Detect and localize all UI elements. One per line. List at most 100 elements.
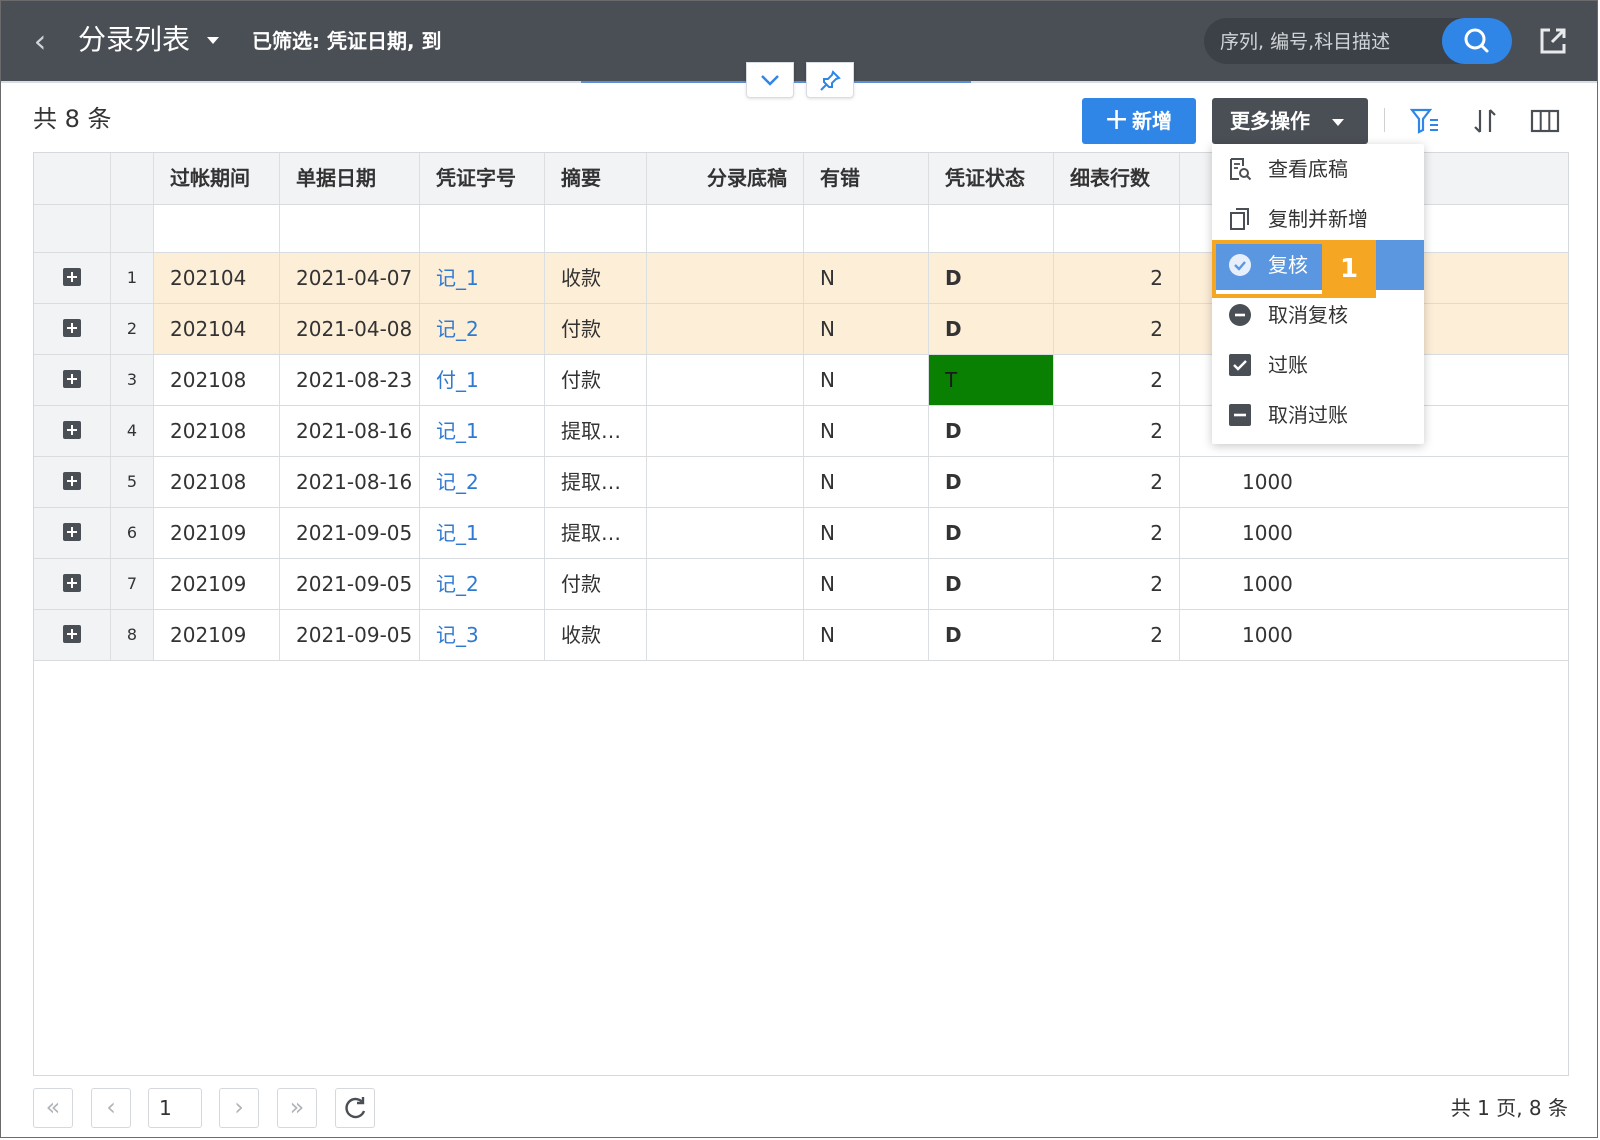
cell-amount: 1000 [1242,572,1293,596]
columns-button[interactable] [1528,104,1562,138]
filter-gutter-num [111,205,154,252]
cell-lines: 2 [1054,610,1180,660]
column-header-draft[interactable]: 分录底稿 [647,153,804,204]
expand-plus-icon[interactable] [63,625,81,643]
prev-page-button[interactable]: ‹ [91,1088,131,1128]
copy-icon [1230,208,1249,230]
row-number: 4 [111,406,154,456]
refresh-button[interactable] [335,1088,375,1128]
filter-cell-date[interactable] [280,205,420,252]
expand-plus-icon[interactable] [63,574,81,592]
column-header-voucher[interactable]: 凭证字号 [420,153,545,204]
pin-header-toggle[interactable] [806,62,854,98]
cell-lines: 2 [1054,508,1180,558]
table-row[interactable]: 8 202109 2021-09-05 记_3 收款 N D 2 1000 [34,610,1568,661]
cell-date: 2021-04-07 [280,253,420,303]
filter-cell-lines[interactable] [1054,205,1180,252]
expand-cell [34,406,111,456]
cell-date: 2021-08-16 [280,457,420,507]
toolbar-divider [1384,108,1385,132]
first-page-button[interactable]: « [33,1088,73,1128]
menu-item-cancel-review[interactable]: 取消复核 [1212,290,1424,340]
cell-period: 202104 [154,253,280,303]
column-header-period[interactable]: 过帐期间 [154,153,280,204]
cell-voucher-link[interactable]: 记_2 [420,304,545,354]
expand-plus-icon[interactable] [63,370,81,388]
cell-amount: 1000 [1242,470,1293,494]
filter-cell-draft[interactable] [647,205,804,252]
rownum-column-header [111,153,154,204]
cell-voucher-link[interactable]: 记_1 [420,253,545,303]
filter-cell-period[interactable] [154,205,280,252]
open-external-button[interactable] [1536,24,1570,58]
cell-voucher-link[interactable]: 记_1 [420,508,545,558]
column-header-status[interactable]: 凭证状态 [929,153,1054,204]
cell-voucher-link[interactable]: 付_1 [420,355,545,405]
cell-period: 202108 [154,406,280,456]
cell-status: D [929,457,1054,507]
search-input[interactable] [1218,18,1444,66]
menu-item-post[interactable]: 过账 [1212,340,1424,390]
table-row[interactable]: 6 202109 2021-09-05 记_1 提取… N D 2 1000 [34,508,1568,559]
filter-button[interactable] [1408,104,1442,138]
menu-item-label: 复制并新增 [1268,207,1368,231]
cell-summary: 提取… [545,457,647,507]
table-row[interactable]: 5 202108 2021-08-16 记_2 提取… N D 2 1000 [34,457,1568,508]
cell-period: 202109 [154,610,280,660]
menu-item-cancel-post[interactable]: 取消过账 [1212,390,1424,440]
cell-voucher-link[interactable]: 记_2 [420,457,545,507]
cell-summary: 收款 [545,610,647,660]
filter-cell-voucher[interactable] [420,205,545,252]
title-dropdown-caret-icon[interactable] [207,37,219,44]
collapse-header-toggle[interactable] [746,62,794,98]
menu-item-label: 过账 [1268,353,1308,377]
cell-voucher-link[interactable]: 记_1 [420,406,545,456]
menu-item-review[interactable]: 复核 [1212,240,1424,290]
column-header-date[interactable]: 单据日期 [280,153,420,204]
cell-voucher-link[interactable]: 记_2 [420,559,545,609]
filter-cell-summary[interactable] [545,205,647,252]
cell-lines: 2 [1054,457,1180,507]
row-number: 7 [111,559,154,609]
cell-error: N [804,559,929,609]
cell-lines: 2 [1054,355,1180,405]
cell-draft [647,559,804,609]
menu-item-view-draft[interactable]: 查看底稿 [1212,144,1424,194]
cell-date: 2021-09-05 [280,508,420,558]
more-actions-button[interactable]: 更多操作 [1212,98,1368,144]
back-chevron-icon[interactable]: ‹ [26,24,54,58]
filter-cell-error[interactable] [804,205,929,252]
expand-plus-icon[interactable] [63,268,81,286]
add-button[interactable]: + 新增 [1082,98,1196,144]
page-number-input[interactable] [148,1088,202,1128]
expand-cell [34,355,111,405]
column-header-summary[interactable]: 摘要 [545,153,647,204]
row-number: 8 [111,610,154,660]
column-header-lines[interactable]: 细表行数 [1054,153,1180,204]
expand-plus-icon[interactable] [63,472,81,490]
menu-item-label: 取消过账 [1268,403,1348,427]
column-header-error[interactable]: 有错 [804,153,929,204]
cell-date: 2021-09-05 [280,610,420,660]
cell-voucher-link[interactable]: 记_3 [420,610,545,660]
step-badge: 1 [1322,240,1376,298]
search-button[interactable] [1442,18,1512,64]
checkbox-minus-icon [1229,404,1251,426]
expand-plus-icon[interactable] [63,319,81,337]
cell-status: D [929,508,1054,558]
sort-button[interactable] [1468,104,1502,138]
next-page-button[interactable]: › [219,1088,259,1128]
cell-summary: 付款 [545,355,647,405]
cell-error: N [804,610,929,660]
expand-plus-icon[interactable] [63,523,81,541]
header-divider [1,81,1597,83]
table-row[interactable]: 7 202109 2021-09-05 记_2 付款 N D 2 1000 [34,559,1568,610]
menu-item-copy-new[interactable]: 复制并新增 [1212,194,1424,244]
cell-draft [647,406,804,456]
search-icon [1464,28,1489,53]
last-page-button[interactable]: » [277,1088,317,1128]
filter-cell-status[interactable] [929,205,1054,252]
cell-period: 202108 [154,355,280,405]
expand-plus-icon[interactable] [63,421,81,439]
share-export-icon [1540,28,1566,54]
